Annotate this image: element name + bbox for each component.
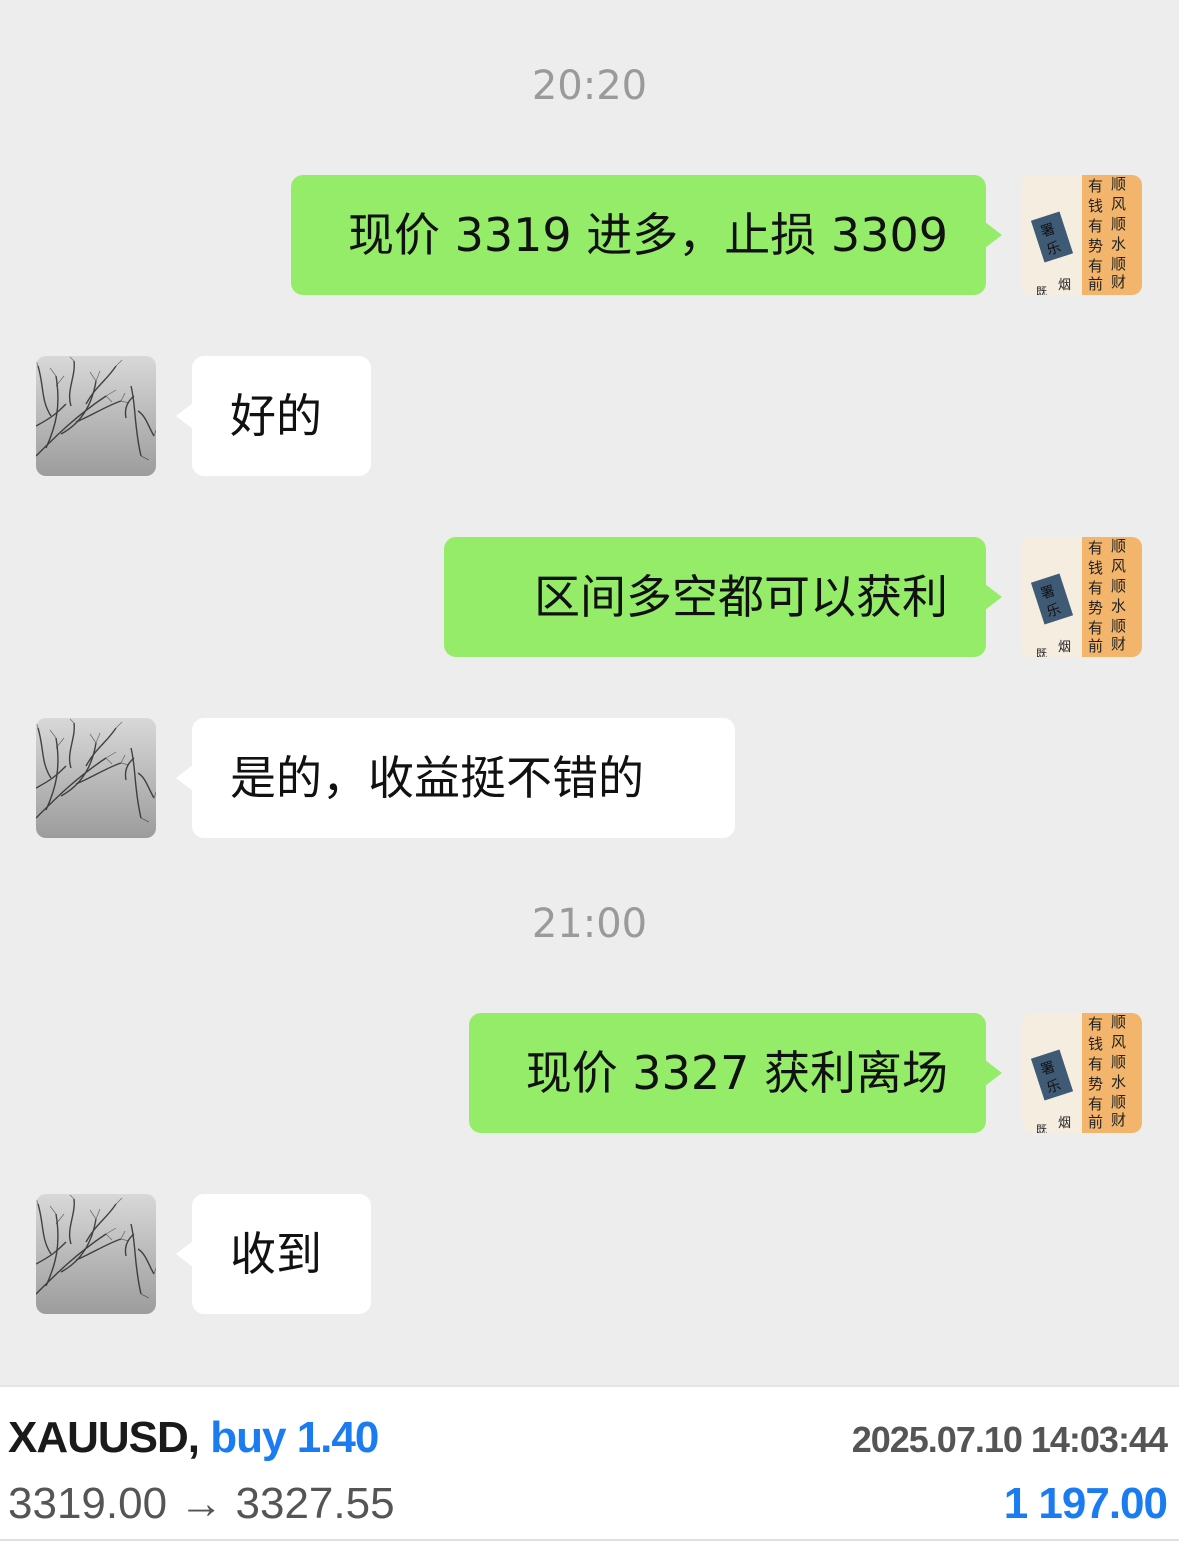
svg-text:顺: 顺 [1111, 215, 1126, 233]
message-text: 区间多空都可以获利 [534, 570, 948, 624]
svg-text:有: 有 [1088, 1015, 1103, 1033]
tree-branches-avatar-icon [36, 718, 156, 838]
svg-text:钱: 钱 [1088, 197, 1103, 215]
message-text: 收到 [230, 1227, 322, 1281]
svg-text:风: 风 [1111, 1033, 1126, 1051]
outgoing-message-bubble[interactable]: 现价 3327 获利离场 [469, 1013, 1002, 1133]
my-avatar[interactable]: 有顺 钱风 有顺 势水 有顺 前财 署 乐 烟 既 [1022, 1013, 1142, 1133]
svg-text:有: 有 [1088, 257, 1103, 275]
svg-text:风: 风 [1111, 557, 1126, 575]
outgoing-message-bubble[interactable]: 区间多空都可以获利 [444, 537, 1002, 657]
svg-text:有: 有 [1088, 539, 1103, 557]
calligraphy-avatar-icon: 有顺 钱风 有顺 势水 有顺 前财 署 乐 烟 既 [1022, 175, 1142, 295]
message-text: 好的 [230, 389, 322, 443]
my-avatar[interactable]: 有顺 钱风 有顺 势水 有顺 前财 署 乐 烟 既 [1022, 175, 1142, 295]
svg-text:势: 势 [1088, 237, 1103, 255]
svg-text:顺: 顺 [1111, 617, 1126, 635]
svg-text:有: 有 [1088, 1055, 1103, 1073]
trade-profit: 1 197.00 [1003, 1479, 1168, 1528]
svg-text:前: 前 [1088, 1113, 1103, 1131]
trade-symbol-line: XAUUSD, buy 1.40 [8, 1413, 379, 1463]
trade-record-row[interactable]: XAUUSD, buy 1.40 2025.07.10 14:03:44 331… [0, 1385, 1179, 1553]
message-text: 是的，收益挺不错的 [230, 751, 644, 805]
svg-text:烟: 烟 [1058, 1116, 1071, 1131]
message-text: 现价 3319 进多，止损 3309 [348, 208, 948, 262]
tree-branches-avatar-icon [36, 1194, 156, 1314]
divider [0, 1539, 1179, 1541]
svg-text:既: 既 [1036, 1123, 1047, 1133]
svg-text:既: 既 [1036, 285, 1047, 295]
svg-text:有: 有 [1088, 217, 1103, 235]
svg-text:顺: 顺 [1111, 175, 1126, 193]
svg-text:顺: 顺 [1111, 1053, 1126, 1071]
timestamp: 21:00 [531, 901, 648, 947]
svg-text:势: 势 [1088, 599, 1103, 617]
calligraphy-avatar-icon: 有顺 钱风 有顺 势水 有顺 前财 署 乐 烟 既 [1022, 1013, 1142, 1133]
svg-text:前: 前 [1088, 637, 1103, 655]
svg-text:水: 水 [1111, 1073, 1126, 1091]
outgoing-message-bubble[interactable]: 现价 3319 进多，止损 3309 [291, 175, 1002, 295]
svg-text:有: 有 [1088, 579, 1103, 597]
trade-price-range: 3319.00 → 3327.55 [8, 1479, 395, 1528]
incoming-message-bubble[interactable]: 是的，收益挺不错的 [176, 718, 735, 838]
svg-text:有: 有 [1088, 177, 1103, 195]
message-text: 现价 3327 获利离场 [525, 1046, 948, 1100]
svg-text:水: 水 [1111, 597, 1126, 615]
trade-side-volume: buy 1.40 [210, 1413, 379, 1462]
incoming-message-bubble[interactable]: 好的 [176, 356, 371, 476]
svg-text:顺: 顺 [1111, 1013, 1126, 1031]
svg-text:财: 财 [1111, 1111, 1126, 1129]
contact-avatar[interactable] [36, 356, 156, 476]
svg-text:有: 有 [1088, 619, 1103, 637]
chat-area[interactable]: 20:20 现价 3319 进多，止损 3309 有顺 钱风 有顺 势水 有顺 … [0, 0, 1179, 1385]
svg-text:钱: 钱 [1088, 559, 1103, 577]
calligraphy-avatar-icon: 有顺 钱风 有顺 势水 有顺 前财 署 乐 烟 既 [1022, 537, 1142, 657]
svg-text:烟: 烟 [1058, 278, 1071, 293]
svg-text:财: 财 [1111, 635, 1126, 653]
contact-avatar[interactable] [36, 1194, 156, 1314]
svg-text:势: 势 [1088, 1075, 1103, 1093]
tree-branches-avatar-icon [36, 356, 156, 476]
svg-text:顺: 顺 [1111, 255, 1126, 273]
svg-text:既: 既 [1036, 647, 1047, 657]
trade-datetime: 2025.07.10 14:03:44 [851, 1419, 1168, 1460]
svg-text:顺: 顺 [1111, 577, 1126, 595]
svg-text:钱: 钱 [1088, 1035, 1103, 1053]
svg-text:财: 财 [1111, 273, 1126, 291]
timestamp: 20:20 [531, 63, 648, 109]
my-avatar[interactable]: 有顺 钱风 有顺 势水 有顺 前财 署 乐 烟 既 [1022, 537, 1142, 657]
svg-text:顺: 顺 [1111, 1093, 1126, 1111]
svg-text:顺: 顺 [1111, 537, 1126, 555]
svg-text:水: 水 [1111, 235, 1126, 253]
contact-avatar[interactable] [36, 718, 156, 838]
svg-text:烟: 烟 [1058, 640, 1071, 655]
svg-text:前: 前 [1088, 275, 1103, 293]
svg-text:有: 有 [1088, 1095, 1103, 1113]
trade-symbol: XAUUSD, [8, 1413, 200, 1462]
incoming-message-bubble[interactable]: 收到 [176, 1194, 371, 1314]
svg-text:风: 风 [1111, 195, 1126, 213]
